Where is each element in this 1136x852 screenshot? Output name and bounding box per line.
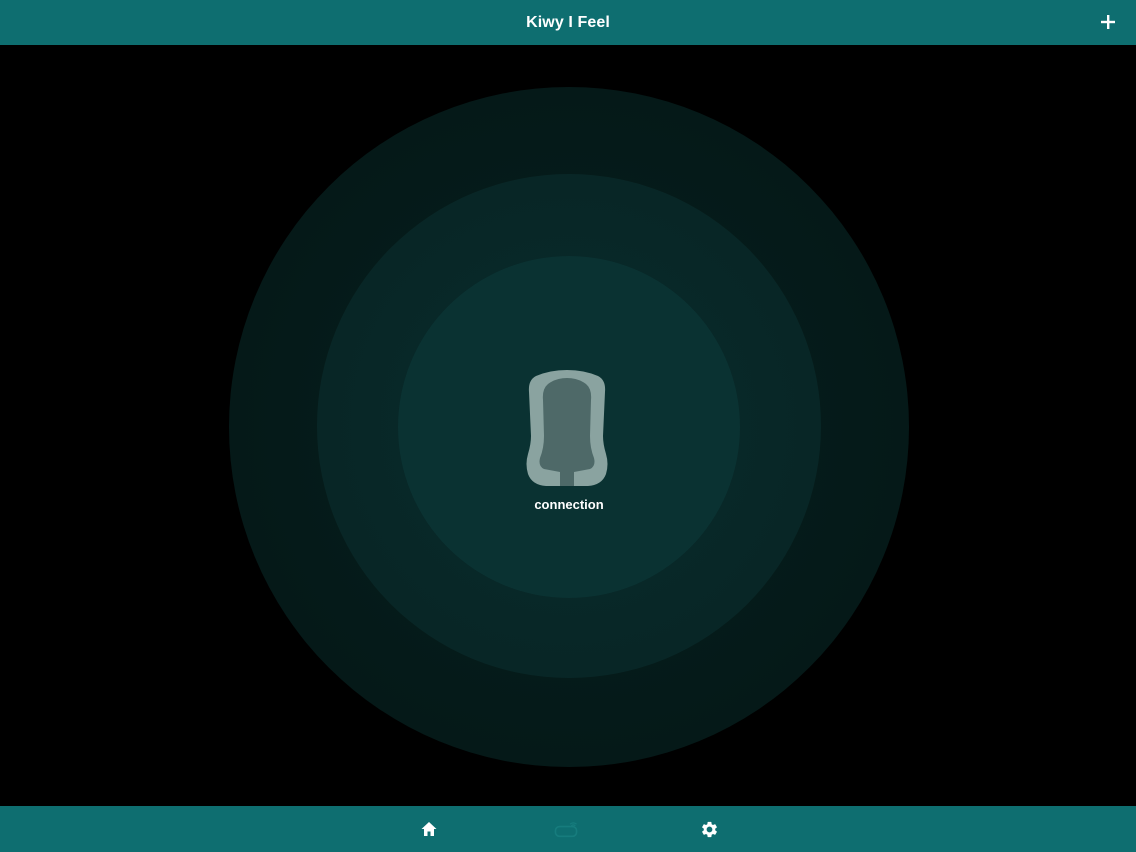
nav-home-button[interactable] <box>416 816 442 842</box>
sensor-icon <box>554 822 578 838</box>
connection-screen: connection <box>0 45 1136 806</box>
plus-icon <box>1101 15 1115 29</box>
app-window: Kiwy I Feel connection <box>0 0 1136 852</box>
top-app-bar: Kiwy I Feel <box>0 0 1136 45</box>
connection-status-label: connection <box>534 497 604 512</box>
app-title: Kiwy I Feel <box>526 13 610 31</box>
car-seat-icon <box>526 370 608 486</box>
nav-settings-button[interactable] <box>696 816 722 842</box>
add-button[interactable] <box>1098 11 1118 33</box>
gear-icon <box>701 821 717 837</box>
home-icon <box>421 822 437 836</box>
nav-sensor-button[interactable] <box>553 816 579 842</box>
bottom-navigation <box>0 806 1136 852</box>
